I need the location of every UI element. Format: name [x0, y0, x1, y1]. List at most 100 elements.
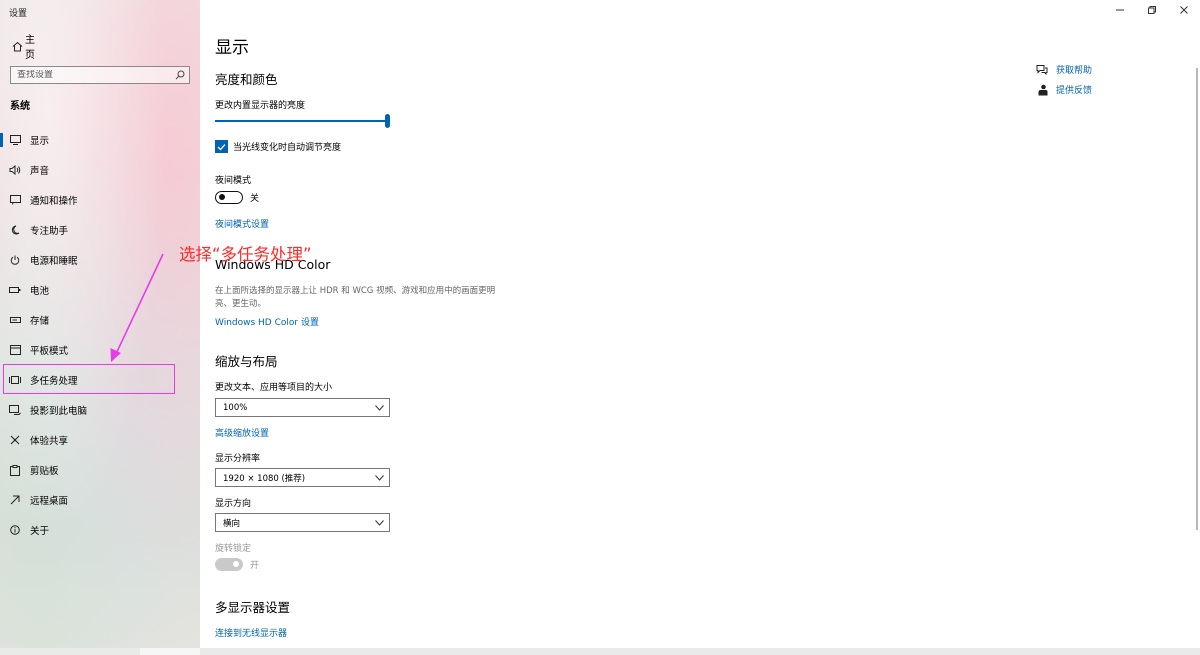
highlight-box: [3, 364, 175, 394]
feedback-link[interactable]: 提供反馈: [1036, 83, 1092, 96]
sidebar-item-label: 电池: [30, 286, 50, 297]
sidebar-home[interactable]: 主页: [10, 35, 35, 61]
search-box[interactable]: [10, 66, 190, 84]
minimize-button[interactable]: [1104, 0, 1136, 20]
tablet-icon: [9, 344, 21, 356]
monitor-icon: [9, 134, 21, 146]
minimize-icon: [1116, 9, 1124, 11]
sidebar-item-label: 远程桌面: [30, 496, 69, 507]
scale-value: 100%: [223, 402, 248, 413]
resolution-dropdown[interactable]: 1920 × 1080 (推荐): [215, 468, 390, 487]
rotation-lock-toggle[interactable]: [215, 558, 243, 571]
moon-icon: [9, 224, 21, 236]
brightness-slider[interactable]: [215, 114, 390, 128]
rotation-lock-label: 旋转锁定: [215, 544, 252, 554]
night-light-state: 关: [250, 194, 260, 204]
settings-window: 设置 主页 系统 显示 声音 通知和操作: [0, 0, 1200, 655]
sidebar-item-shared-experiences[interactable]: 体验共享: [0, 425, 200, 455]
slider-thumb[interactable]: [385, 114, 390, 128]
slider-track: [215, 120, 385, 122]
hdr-description: 在上面所选择的显示器上让 HDR 和 WCG 视频、游戏和应用中的画面更明亮、更…: [215, 286, 496, 309]
scale-dropdown[interactable]: 100%: [215, 398, 390, 417]
orientation-value: 横向: [223, 518, 241, 529]
app-title: 设置: [9, 9, 28, 19]
sidebar-item-storage[interactable]: 存储: [0, 305, 200, 335]
orientation-label: 显示方向: [215, 499, 252, 509]
chat-help-icon: [1036, 64, 1048, 76]
sidebar-item-clipboard[interactable]: 剪贴板: [0, 455, 200, 485]
battery-icon: [9, 284, 21, 296]
hdr-settings-link[interactable]: Windows HD Color 设置: [215, 315, 319, 328]
sidebar-item-label: 电源和睡眠: [30, 256, 78, 267]
night-light-label: 夜间模式: [215, 176, 252, 186]
sidebar-item-label: 存储: [30, 316, 50, 327]
sidebar-nav: 显示 声音 通知和操作 专注助手 电源和睡眠 电池 存储 平板模式 多任务处理 …: [0, 125, 200, 545]
get-help-label: 获取帮助: [1056, 66, 1093, 76]
sidebar-item-tablet-mode[interactable]: 平板模式: [0, 335, 200, 365]
orientation-dropdown[interactable]: 横向: [215, 513, 390, 532]
close-icon: [1180, 6, 1188, 14]
resolution-value: 1920 × 1080 (推荐): [223, 473, 306, 484]
sidebar-item-remote-desktop[interactable]: 远程桌面: [0, 485, 200, 515]
sidebar-item-notifications[interactable]: 通知和操作: [0, 185, 200, 215]
share-icon: [9, 434, 21, 446]
bottom-strip-highlight: [140, 648, 200, 655]
sidebar-item-label: 投影到此电脑: [30, 406, 88, 417]
close-button[interactable]: [1168, 0, 1200, 20]
search-input[interactable]: [17, 70, 175, 80]
sidebar-item-about[interactable]: 关于: [0, 515, 200, 545]
auto-brightness-option[interactable]: 当光线变化时自动调节亮度: [215, 140, 341, 153]
multi-display-heading: 多显示器设置: [215, 600, 291, 615]
feedback-icon: [1036, 84, 1048, 96]
sidebar-item-label: 关于: [30, 526, 50, 537]
annotation-text: 选择“多任务处理”: [179, 245, 312, 264]
sidebar-item-focus-assist[interactable]: 专注助手: [0, 215, 200, 245]
night-light-settings-link[interactable]: 夜间模式设置: [215, 217, 269, 230]
restore-button[interactable]: [1136, 0, 1168, 20]
sidebar-item-power[interactable]: 电源和睡眠: [0, 245, 200, 275]
chevron-down-icon: [375, 404, 384, 411]
rotation-lock-row: 开: [215, 558, 259, 571]
chevron-down-icon: [375, 519, 384, 526]
info-icon: [9, 524, 21, 536]
page-title: 显示: [215, 38, 249, 58]
sidebar-item-label: 剪贴板: [30, 466, 59, 477]
home-label: 主页: [25, 35, 35, 61]
night-light-toggle[interactable]: [215, 191, 243, 204]
sidebar-item-display[interactable]: 显示: [0, 125, 200, 155]
home-icon: [10, 39, 24, 53]
sidebar-item-label: 显示: [30, 136, 50, 147]
night-light-row: 关: [215, 191, 259, 204]
chevron-down-icon: [375, 474, 384, 481]
sidebar-item-project[interactable]: 投影到此电脑: [0, 395, 200, 425]
project-icon: [9, 404, 21, 416]
rotation-lock-state: 开: [250, 561, 260, 571]
sidebar-item-label: 平板模式: [30, 346, 69, 357]
resolution-label: 显示分辨率: [215, 454, 261, 464]
scrollbar[interactable]: [1196, 68, 1198, 530]
scale-layout-heading: 缩放与布局: [215, 354, 278, 369]
restore-icon: [1148, 6, 1156, 14]
sidebar-item-label: 声音: [30, 166, 50, 177]
auto-brightness-label: 当光线变化时自动调节亮度: [233, 143, 342, 153]
brightness-slider-label: 更改内置显示器的亮度: [215, 101, 306, 111]
auto-brightness-checkbox[interactable]: [215, 140, 228, 153]
sidebar-item-label: 通知和操作: [30, 196, 78, 207]
connect-wireless-display-link[interactable]: 连接到无线显示器: [215, 626, 287, 639]
checkmark-icon: [217, 143, 226, 150]
toggle-knob: [233, 561, 239, 567]
remote-desktop-icon: [9, 494, 21, 506]
advanced-scaling-link[interactable]: 高级缩放设置: [215, 426, 269, 439]
toggle-knob: [219, 194, 225, 200]
window-controls: [1104, 0, 1200, 20]
power-icon: [9, 254, 21, 266]
search-icon[interactable]: [175, 70, 185, 80]
storage-icon: [9, 314, 21, 326]
sidebar-item-label: 体验共享: [30, 436, 69, 447]
main-content: 显示 亮度和颜色 更改内置显示器的亮度 当光线变化时自动调节亮度 夜间模式 关 …: [200, 0, 1200, 655]
get-help-link[interactable]: 获取帮助: [1036, 63, 1092, 76]
brightness-heading: 亮度和颜色: [215, 72, 278, 87]
bottom-strip: [0, 648, 1200, 655]
sidebar-item-sound[interactable]: 声音: [0, 155, 200, 185]
sidebar-item-battery[interactable]: 电池: [0, 275, 200, 305]
